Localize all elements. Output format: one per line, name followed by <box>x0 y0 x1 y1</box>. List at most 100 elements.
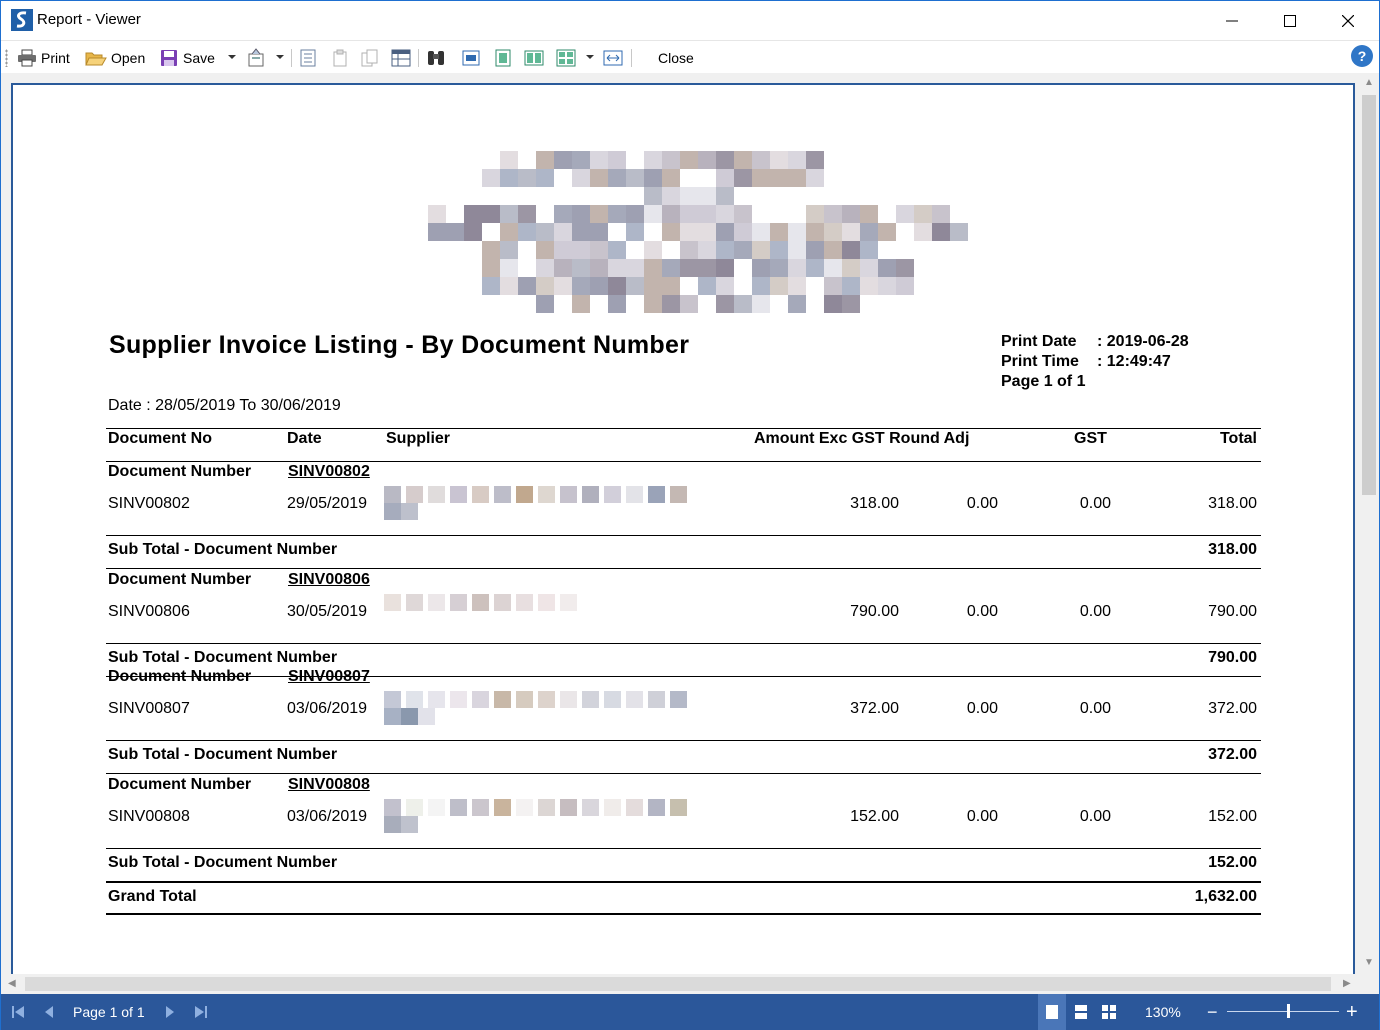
print-time-value: : 12:49:47 <box>1097 353 1171 370</box>
subtotal-value: 152.00 <box>1208 854 1257 871</box>
subtotal-bottom-rule <box>106 773 1261 774</box>
zoom-out-button[interactable]: − <box>1207 994 1218 1030</box>
scroll-left-arrow-icon[interactable]: ◀ <box>8 978 16 989</box>
single-page-button[interactable] <box>493 46 517 70</box>
save-button[interactable]: Save <box>159 46 215 70</box>
grand-total-top-rule <box>106 882 1261 883</box>
row-round-adj: 0.00 <box>966 700 998 717</box>
subtotal-label: Sub Total - Document Number <box>108 649 338 666</box>
row-date: 29/05/2019 <box>287 495 368 512</box>
grand-total-label: Grand Total <box>108 888 197 905</box>
maximize-button[interactable] <box>1261 1 1319 40</box>
window-title: Report - Viewer <box>37 11 141 28</box>
close-icon <box>1342 14 1354 27</box>
column-header-document-no: Document No <box>108 430 212 447</box>
group-header-key: SINV00806 <box>288 571 370 588</box>
multiple-pages-mode-button[interactable] <box>1101 994 1117 1030</box>
open-button[interactable]: Open <box>85 46 145 70</box>
next-page-button[interactable] <box>164 994 176 1030</box>
bookmarks-button[interactable] <box>299 46 321 70</box>
horizontal-scroll-thumb[interactable] <box>25 977 1331 991</box>
toolbar-separator <box>631 49 632 67</box>
subtotal-label: Sub Total - Document Number <box>108 746 338 763</box>
page-view-button[interactable] <box>461 46 485 70</box>
last-page-icon <box>195 1006 207 1018</box>
previous-page-button[interactable] <box>43 994 55 1030</box>
last-page-button[interactable] <box>194 994 208 1030</box>
zoom-slider[interactable] <box>1227 994 1339 1030</box>
vertical-scrollbar[interactable]: ▲ ▼ <box>1359 73 1379 974</box>
horizontal-scrollbar[interactable]: ◀ ▶ <box>1 974 1359 994</box>
toolbar-separator <box>291 49 292 67</box>
multi-page-icon <box>556 49 576 67</box>
row-document-no: SINV00802 <box>108 495 190 512</box>
column-header-amount-round: Amount Exc GST Round Adj <box>754 430 970 447</box>
company-logo-pixelated <box>428 151 968 329</box>
scroll-right-arrow-icon[interactable]: ▶ <box>1343 978 1351 989</box>
row-total: 372.00 <box>1208 700 1257 717</box>
date-range: Date : 28/05/2019 To 30/06/2019 <box>108 397 341 414</box>
group-header-label: Document Number <box>108 463 252 480</box>
group-header-label: Document Number <box>108 776 252 793</box>
copy-pages-icon <box>361 49 378 67</box>
page-indicator[interactable]: Page 1 of 1 <box>73 994 145 1030</box>
subtotal-label: Sub Total - Document Number <box>108 541 338 558</box>
toolbar: Print Open Save Close ? <box>1 40 1379 73</box>
zoom-in-button[interactable]: + <box>1346 994 1358 1030</box>
group-header-label: Document Number <box>108 668 252 685</box>
row-supplier-redacted <box>384 691 704 725</box>
group-header-key: SINV00807 <box>288 668 370 685</box>
folder-open-icon <box>85 52 107 66</box>
clipboard-icon <box>333 49 347 67</box>
grand-total-bottom-rule <box>106 913 1261 915</box>
multi-page-button[interactable] <box>556 46 580 70</box>
print-button[interactable]: Print <box>17 46 70 70</box>
subtotal-value: 318.00 <box>1208 541 1257 558</box>
send-dropdown-arrow[interactable] <box>276 55 284 59</box>
single-page-mode-button[interactable] <box>1038 994 1066 1030</box>
subtotal-bottom-rule <box>106 568 1261 569</box>
scroll-up-arrow-icon[interactable]: ▲ <box>1364 77 1374 88</box>
row-supplier-redacted <box>384 594 704 628</box>
single-page-mode-icon <box>1046 1005 1058 1019</box>
column-header-supplier: Supplier <box>386 430 451 447</box>
close-label: Close <box>658 50 694 66</box>
row-supplier-redacted <box>384 799 704 833</box>
subtotal-bottom-rule <box>106 676 1261 677</box>
editor-button[interactable] <box>391 46 415 70</box>
toolbar-grip[interactable] <box>5 49 8 67</box>
send-button[interactable] <box>246 46 272 70</box>
two-pages-button[interactable] <box>524 46 548 70</box>
close-window-button[interactable] <box>1319 1 1377 40</box>
toolbar-separator <box>418 49 419 67</box>
scroll-down-arrow-icon[interactable]: ▼ <box>1364 957 1374 968</box>
close-report-button[interactable]: Close <box>658 46 694 70</box>
column-header-gst: GST <box>1074 430 1107 447</box>
row-amount: 152.00 <box>850 808 899 825</box>
page-count: Page 1 of 1 <box>1001 373 1086 390</box>
previous-page-icon <box>45 1006 53 1018</box>
first-page-button[interactable] <box>11 994 25 1030</box>
find-button[interactable] <box>426 46 450 70</box>
report-viewer-window: Report - Viewer Print Open Save Close ? … <box>0 0 1380 1030</box>
zoom-slider-thumb[interactable] <box>1287 1004 1290 1018</box>
page-view-icon <box>462 50 480 66</box>
row-document-no: SINV00806 <box>108 603 190 620</box>
row-round-adj: 0.00 <box>966 603 998 620</box>
vertical-scroll-thumb[interactable] <box>1362 95 1376 495</box>
minimize-button[interactable] <box>1203 1 1261 40</box>
maximize-icon <box>1284 14 1296 27</box>
help-icon[interactable]: ? <box>1351 45 1373 67</box>
continuous-mode-button[interactable] <box>1073 994 1089 1030</box>
save-label: Save <box>183 50 215 66</box>
save-dropdown-arrow[interactable] <box>228 55 236 59</box>
grand-total-value: 1,632.00 <box>1194 888 1257 905</box>
row-amount: 372.00 <box>850 700 899 717</box>
zoom-level: 130% <box>1145 1004 1181 1020</box>
page-width-button[interactable] <box>603 46 627 70</box>
group-header-key: SINV00802 <box>288 463 370 480</box>
parameters-button[interactable] <box>331 46 353 70</box>
row-gst: 0.00 <box>1079 808 1111 825</box>
thumbnails-button[interactable] <box>361 46 383 70</box>
view-mode-dropdown-arrow[interactable] <box>586 55 594 59</box>
